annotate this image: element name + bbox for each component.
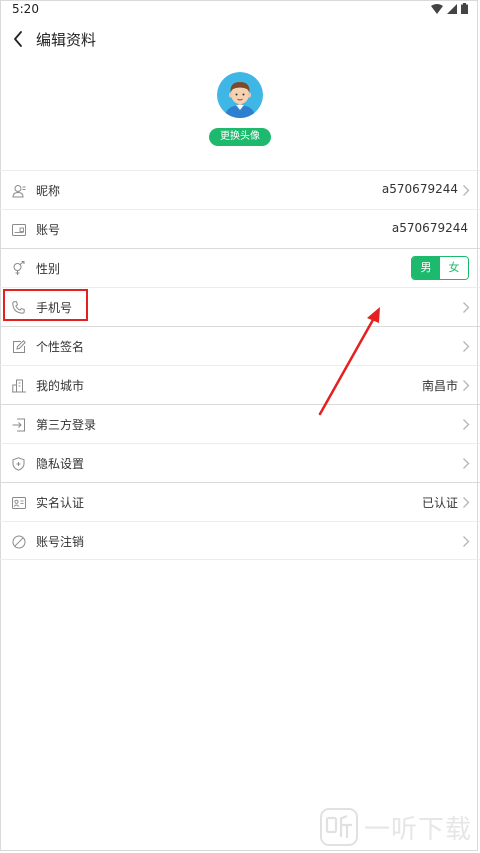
- row-label-nickname: 昵称: [36, 184, 61, 198]
- ban-icon: [11, 534, 26, 549]
- chevron-right-icon: [463, 380, 470, 391]
- chevron-right-icon: [463, 302, 470, 313]
- row-label-account: 账号: [36, 223, 61, 237]
- back-arrow-icon: [14, 31, 22, 47]
- row-label-real-name: 实名认证: [36, 496, 85, 510]
- row-signature[interactable]: 个性签名: [0, 326, 480, 365]
- chevron-right-icon: [463, 497, 470, 508]
- row-third-party-login[interactable]: 第三方登录: [0, 404, 480, 443]
- watermark-logo: [320, 808, 358, 846]
- row-label-signature: 个性签名: [36, 340, 85, 354]
- edit-icon: [11, 339, 26, 354]
- signal-icon: [447, 3, 457, 14]
- shield-icon: [11, 456, 26, 471]
- gender-male-option[interactable]: 男: [412, 257, 440, 279]
- row-label-gender: 性别: [36, 262, 61, 276]
- chevron-right-icon: [463, 185, 470, 196]
- row-label-city: 我的城市: [36, 379, 85, 393]
- row-nickname[interactable]: 昵称 a570679244: [0, 170, 480, 209]
- row-value-account: a570679244: [391, 221, 468, 235]
- highlight-box: [3, 289, 88, 321]
- id-card-icon: [11, 222, 26, 237]
- page-title: 编辑资料: [36, 31, 97, 49]
- profile-settings-list: 昵称 a570679244 账号 a570679244 性别 男 女 手机号 个…: [0, 170, 480, 560]
- watermark-text: 一听下载: [364, 814, 473, 845]
- change-avatar-button[interactable]: 更换头像: [209, 128, 271, 146]
- row-privacy[interactable]: 隐私设置: [0, 443, 480, 482]
- row-label-third-party-login: 第三方登录: [36, 418, 97, 432]
- chevron-right-icon: [463, 341, 470, 352]
- row-real-name[interactable]: 实名认证 已认证: [0, 482, 480, 521]
- city-icon: [11, 378, 26, 393]
- row-label-account-cancel: 账号注销: [36, 535, 85, 549]
- wifi-icon: [431, 3, 443, 14]
- user-icon: [11, 183, 26, 198]
- row-value-real-name: 已认证: [421, 496, 458, 510]
- status-icons: [431, 3, 468, 14]
- row-value-nickname: a570679244: [381, 182, 458, 196]
- app-header: 编辑资料: [0, 20, 480, 60]
- login-icon: [11, 417, 26, 432]
- battery-icon: [461, 3, 468, 14]
- chevron-right-icon: [463, 458, 470, 469]
- watermark: 一听下载: [320, 808, 472, 846]
- gender-toggle: 男 女: [411, 256, 469, 280]
- id-verify-icon: [11, 495, 26, 510]
- back-button[interactable]: [8, 28, 28, 50]
- row-label-privacy: 隐私设置: [36, 457, 85, 471]
- row-account: 账号 a570679244: [0, 209, 480, 248]
- avatar-image: [217, 72, 263, 118]
- status-time: 5:20: [12, 2, 39, 16]
- status-bar: 5:20: [0, 0, 480, 20]
- row-account-cancel[interactable]: 账号注销: [0, 521, 480, 560]
- avatar[interactable]: [217, 72, 263, 118]
- gender-female-option[interactable]: 女: [440, 257, 468, 279]
- gender-icon: [11, 261, 26, 276]
- row-city[interactable]: 我的城市 南昌市: [0, 365, 480, 404]
- row-value-city: 南昌市: [421, 379, 458, 393]
- chevron-right-icon: [463, 419, 470, 430]
- chevron-right-icon: [463, 536, 470, 547]
- row-gender: 性别 男 女: [0, 248, 480, 287]
